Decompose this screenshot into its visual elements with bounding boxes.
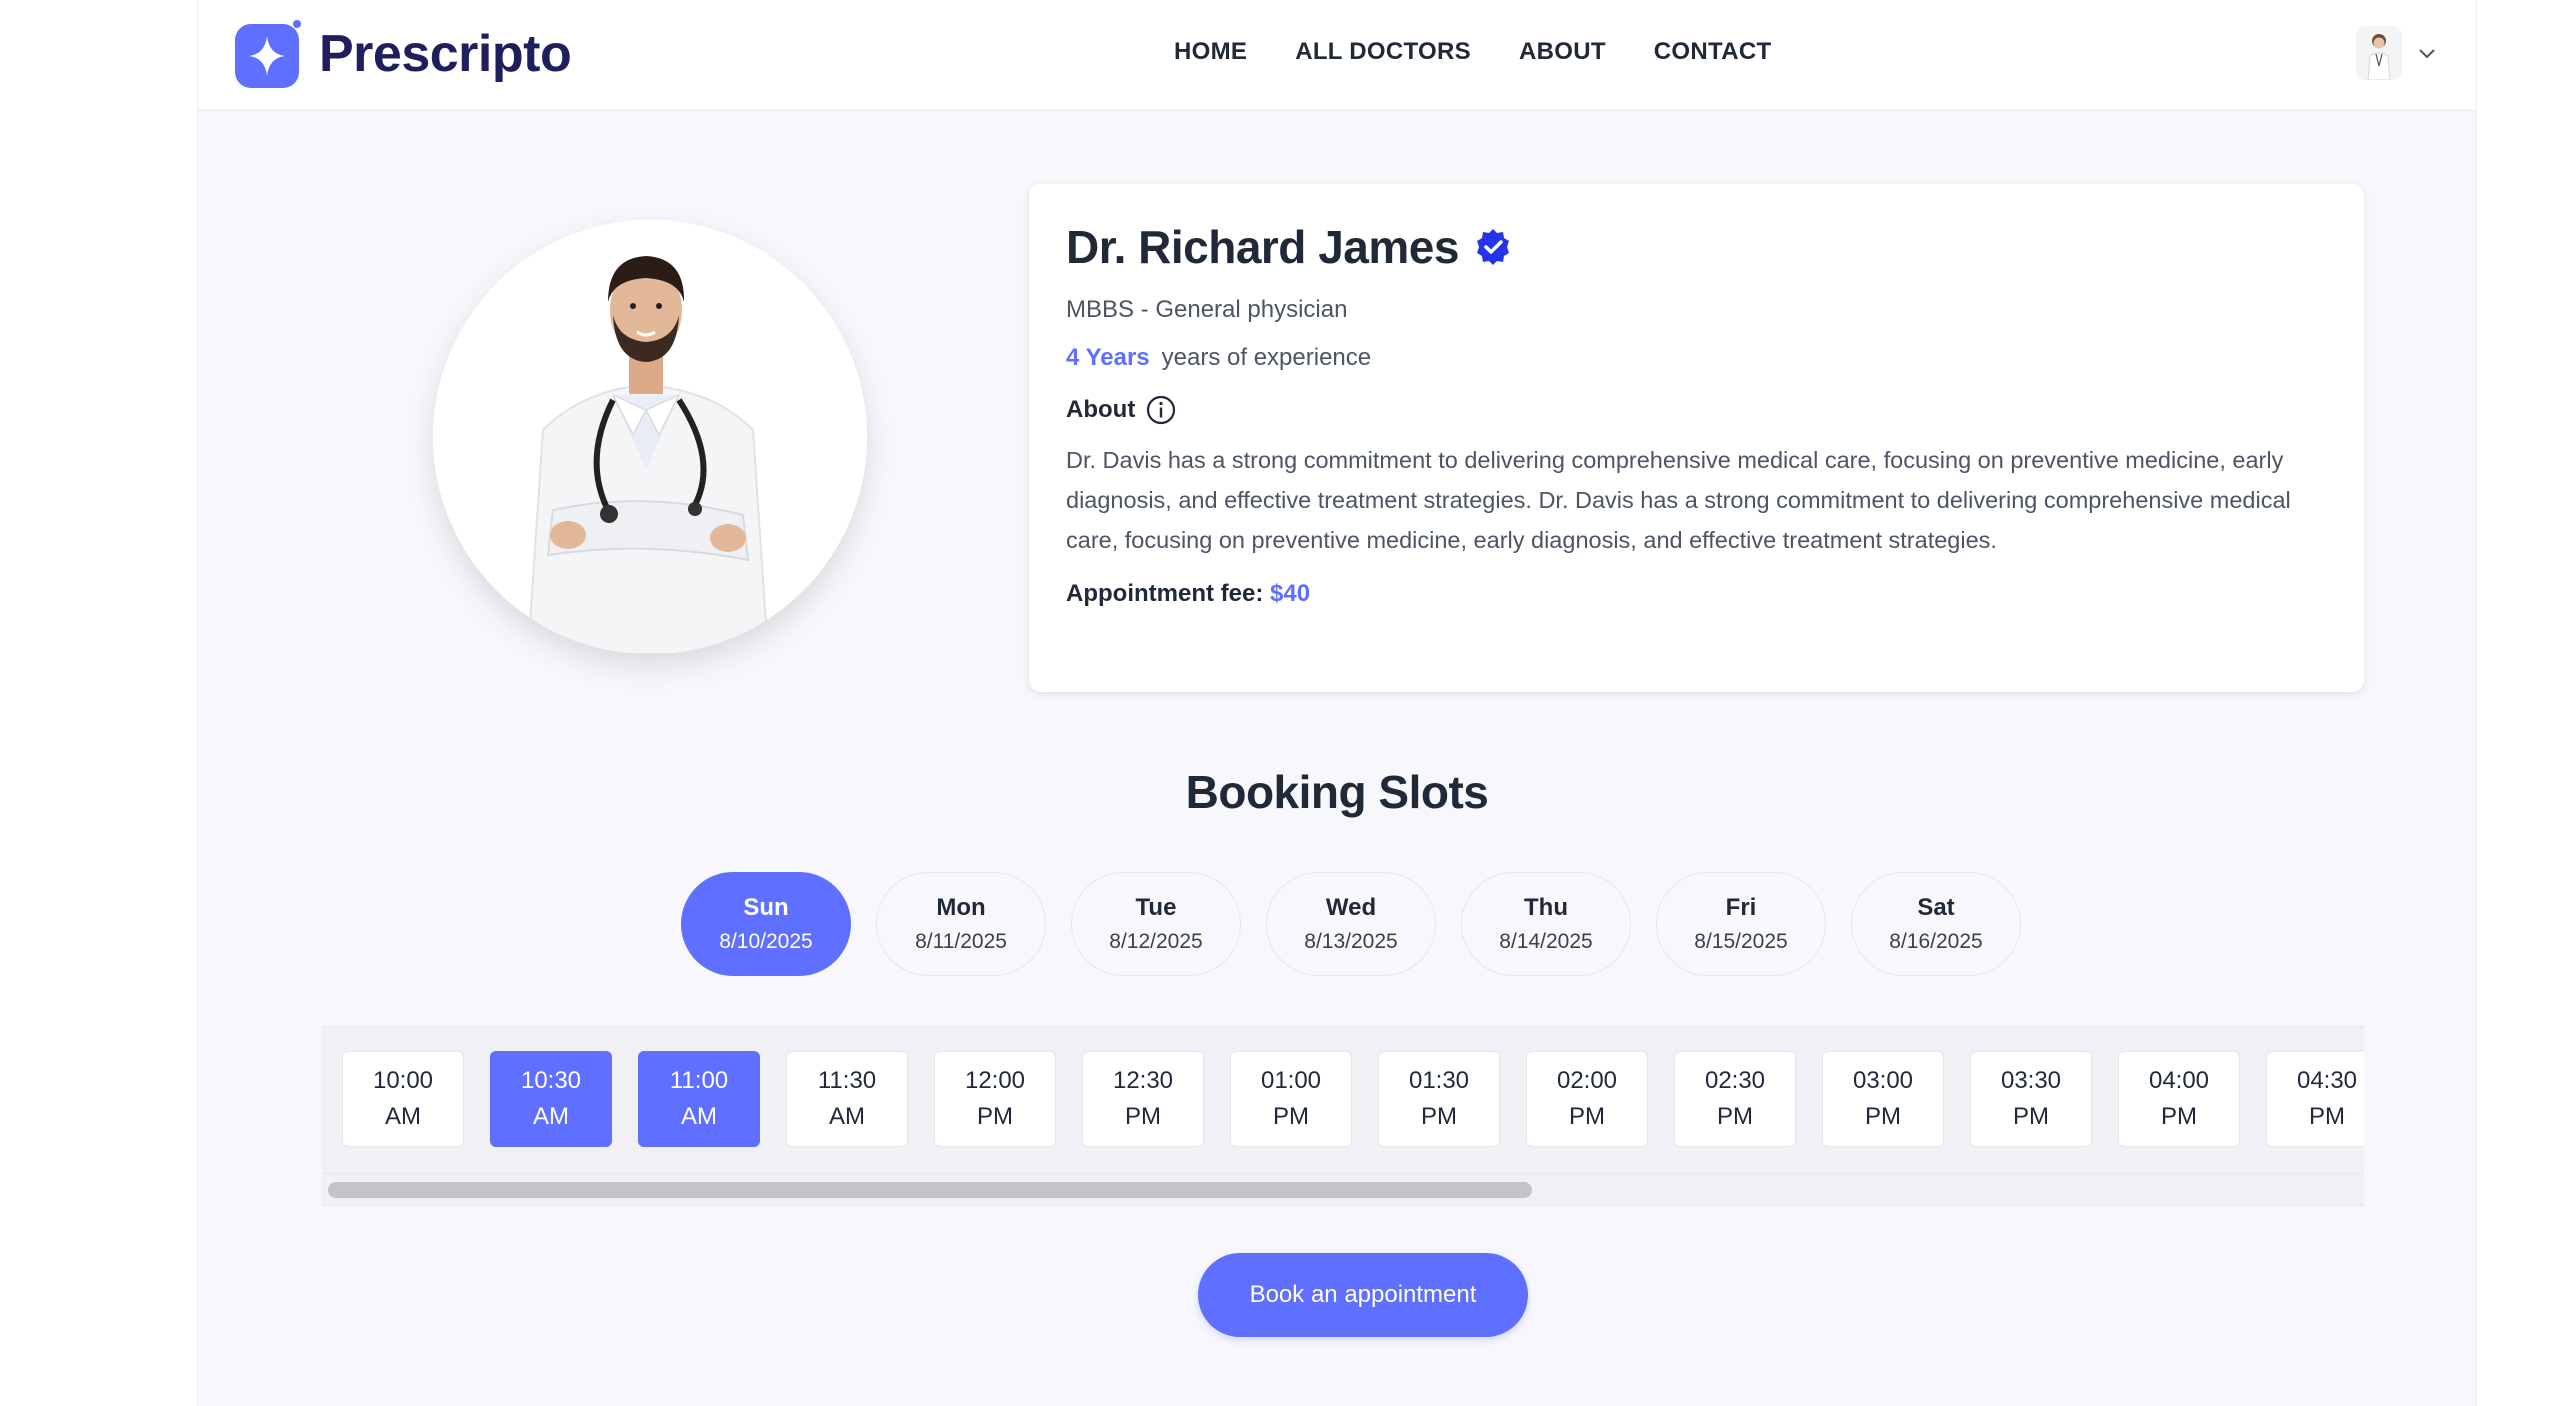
fee-value: $40 (1270, 580, 1311, 607)
day-option-tue[interactable]: Tue 8/12/2025 (1071, 872, 1241, 976)
slot-time: 10:00 (372, 1067, 434, 1094)
day-name: Thu (1524, 894, 1568, 921)
page: Prescripto HOME ALL DOCTORS ABOUT CONTAC… (197, 0, 2477, 1406)
time-slot-list: 10:00 AM 10:30 AM 11:00 AM 11:30 AM 12:00 PM 12:30… (342, 1051, 2364, 1147)
slot-period: AM (533, 1103, 569, 1130)
slot-time: 11:00 (669, 1067, 729, 1094)
time-slot[interactable]: 03:30 PM (1970, 1051, 2092, 1147)
slot-time: 04:00 (2148, 1067, 2210, 1094)
nav-contact[interactable]: CONTACT (1654, 38, 1772, 66)
time-slot[interactable]: 11:30 AM (786, 1051, 908, 1147)
nav-all-doctors[interactable]: ALL DOCTORS (1295, 38, 1471, 66)
slot-time: 03:30 (2000, 1067, 2062, 1094)
doctor-degree: MBBS - General physician (1066, 296, 1348, 323)
time-slot[interactable]: 12:30 PM (1082, 1051, 1204, 1147)
day-date: 8/11/2025 (915, 930, 1007, 953)
time-slot[interactable]: 10:30 AM (490, 1051, 612, 1147)
experience-label: years of experience (1161, 344, 1372, 371)
day-name: Wed (1325, 894, 1377, 921)
slot-period: AM (385, 1103, 421, 1130)
day-date: 8/13/2025 (1304, 930, 1398, 953)
day-option-sat[interactable]: Sat 8/16/2025 (1851, 872, 2021, 976)
fee-label: Appointment fee: (1066, 580, 1264, 607)
experience-years: 4 Years (1066, 344, 1150, 371)
nav-about[interactable]: ABOUT (1519, 38, 1606, 66)
time-slot[interactable]: 11:00 AM (638, 1051, 760, 1147)
slot-period: PM (1569, 1103, 1605, 1130)
slot-period: PM (1273, 1103, 1309, 1130)
slot-time: 11:30 (817, 1067, 877, 1094)
slot-period: PM (2013, 1103, 2049, 1130)
slot-time: 04:30 (2296, 1067, 2358, 1094)
logo-icon (235, 20, 301, 88)
time-slot[interactable]: 04:30 PM (2266, 1051, 2364, 1147)
day-name: Sat (1917, 894, 1955, 921)
time-slot[interactable]: 02:30 PM (1674, 1051, 1796, 1147)
slot-time: 01:30 (1408, 1067, 1470, 1094)
nav-menu: HOME ALL DOCTORS ABOUT CONTACT (1174, 38, 1771, 66)
slot-time: 12:00 (964, 1067, 1026, 1094)
day-option-fri[interactable]: Fri 8/15/2025 (1656, 872, 1826, 976)
slot-period: PM (1421, 1103, 1457, 1130)
slot-time: 03:00 (1852, 1067, 1914, 1094)
slot-period: PM (1717, 1103, 1753, 1130)
day-option-thu[interactable]: Thu 8/14/2025 (1461, 872, 1631, 976)
slot-period: PM (2309, 1103, 2345, 1130)
about-heading-row: About (1066, 394, 2327, 426)
slot-time: 02:00 (1556, 1067, 1618, 1094)
booking-title: Booking Slots (1185, 766, 1489, 818)
day-date: 8/15/2025 (1694, 930, 1788, 953)
logo[interactable]: Prescripto (233, 18, 572, 90)
day-name: Fri (1725, 894, 1757, 921)
time-slot[interactable]: 10:00 AM (342, 1051, 464, 1147)
chevron-down-icon[interactable] (2416, 42, 2438, 64)
slot-period: PM (977, 1103, 1013, 1130)
day-date: 8/12/2025 (1109, 930, 1203, 953)
slot-time: 01:00 (1260, 1067, 1322, 1094)
day-name: Tue (1135, 894, 1177, 921)
day-selector: Sun 8/10/2025 Mon 8/11/2025 Tue 8/12/2025 Wed 8… (681, 872, 2021, 976)
day-option-mon[interactable]: Mon 8/11/2025 (876, 872, 1046, 976)
day-option-wed[interactable]: Wed 8/13/2025 (1266, 872, 1436, 976)
scrollbar-thumb[interactable] (328, 1182, 1532, 1198)
doctor-name-row: Dr. Richard James (1066, 220, 2327, 274)
slot-period: AM (829, 1103, 865, 1130)
user-avatar-icon[interactable] (2356, 26, 2402, 80)
day-date: 8/14/2025 (1499, 930, 1593, 953)
horizontal-scrollbar[interactable] (322, 1173, 2364, 1205)
slot-period: PM (2161, 1103, 2197, 1130)
slot-time: 10:30 (520, 1067, 582, 1094)
slot-time: 12:30 (1112, 1067, 1174, 1094)
book-appointment-button[interactable]: Book an appointment (1198, 1253, 1528, 1337)
profile-menu[interactable] (2356, 26, 2438, 80)
time-slot[interactable]: 01:00 PM (1230, 1051, 1352, 1147)
time-slot[interactable]: 12:00 PM (934, 1051, 1056, 1147)
time-slot[interactable]: 01:30 PM (1378, 1051, 1500, 1147)
doctor-name: Dr. Richard James (1066, 221, 1459, 273)
slot-period: PM (1865, 1103, 1901, 1130)
time-slot[interactable]: 04:00 PM (2118, 1051, 2240, 1147)
slot-period: AM (681, 1103, 717, 1130)
info-icon (1147, 395, 1176, 425)
time-slot[interactable]: 03:00 PM (1822, 1051, 1944, 1147)
day-name: Sun (743, 894, 789, 921)
time-slot[interactable]: 02:00 PM (1526, 1051, 1648, 1147)
brand-name: Prescripto (319, 25, 572, 83)
day-name: Mon (936, 894, 986, 921)
doctor-photo (433, 220, 867, 654)
day-date: 8/16/2025 (1889, 930, 1983, 953)
navbar: Prescripto HOME ALL DOCTORS ABOUT CONTAC… (198, 0, 2476, 111)
slot-period: PM (1125, 1103, 1161, 1130)
about-text: Dr. Davis has a strong commitment to del… (1066, 447, 2291, 553)
experience-row: 4 Years years of experience (1066, 344, 2327, 372)
doctor-info-card: Dr. Richard James MBBS - General physici… (1029, 184, 2364, 692)
verified-badge-icon (1476, 229, 1509, 265)
nav-home[interactable]: HOME (1174, 38, 1247, 66)
slot-time: 02:30 (1704, 1067, 1766, 1094)
appointment-fee: Appointment fee: $40 (1066, 580, 2327, 608)
day-option-sun[interactable]: Sun 8/10/2025 (681, 872, 851, 976)
time-slot-scroller[interactable]: 10:00 AM 10:30 AM 11:00 AM 11:30 AM 12:00 PM 12:30… (322, 1026, 2364, 1206)
about-label: About (1066, 396, 1136, 423)
day-date: 8/10/2025 (719, 930, 813, 953)
